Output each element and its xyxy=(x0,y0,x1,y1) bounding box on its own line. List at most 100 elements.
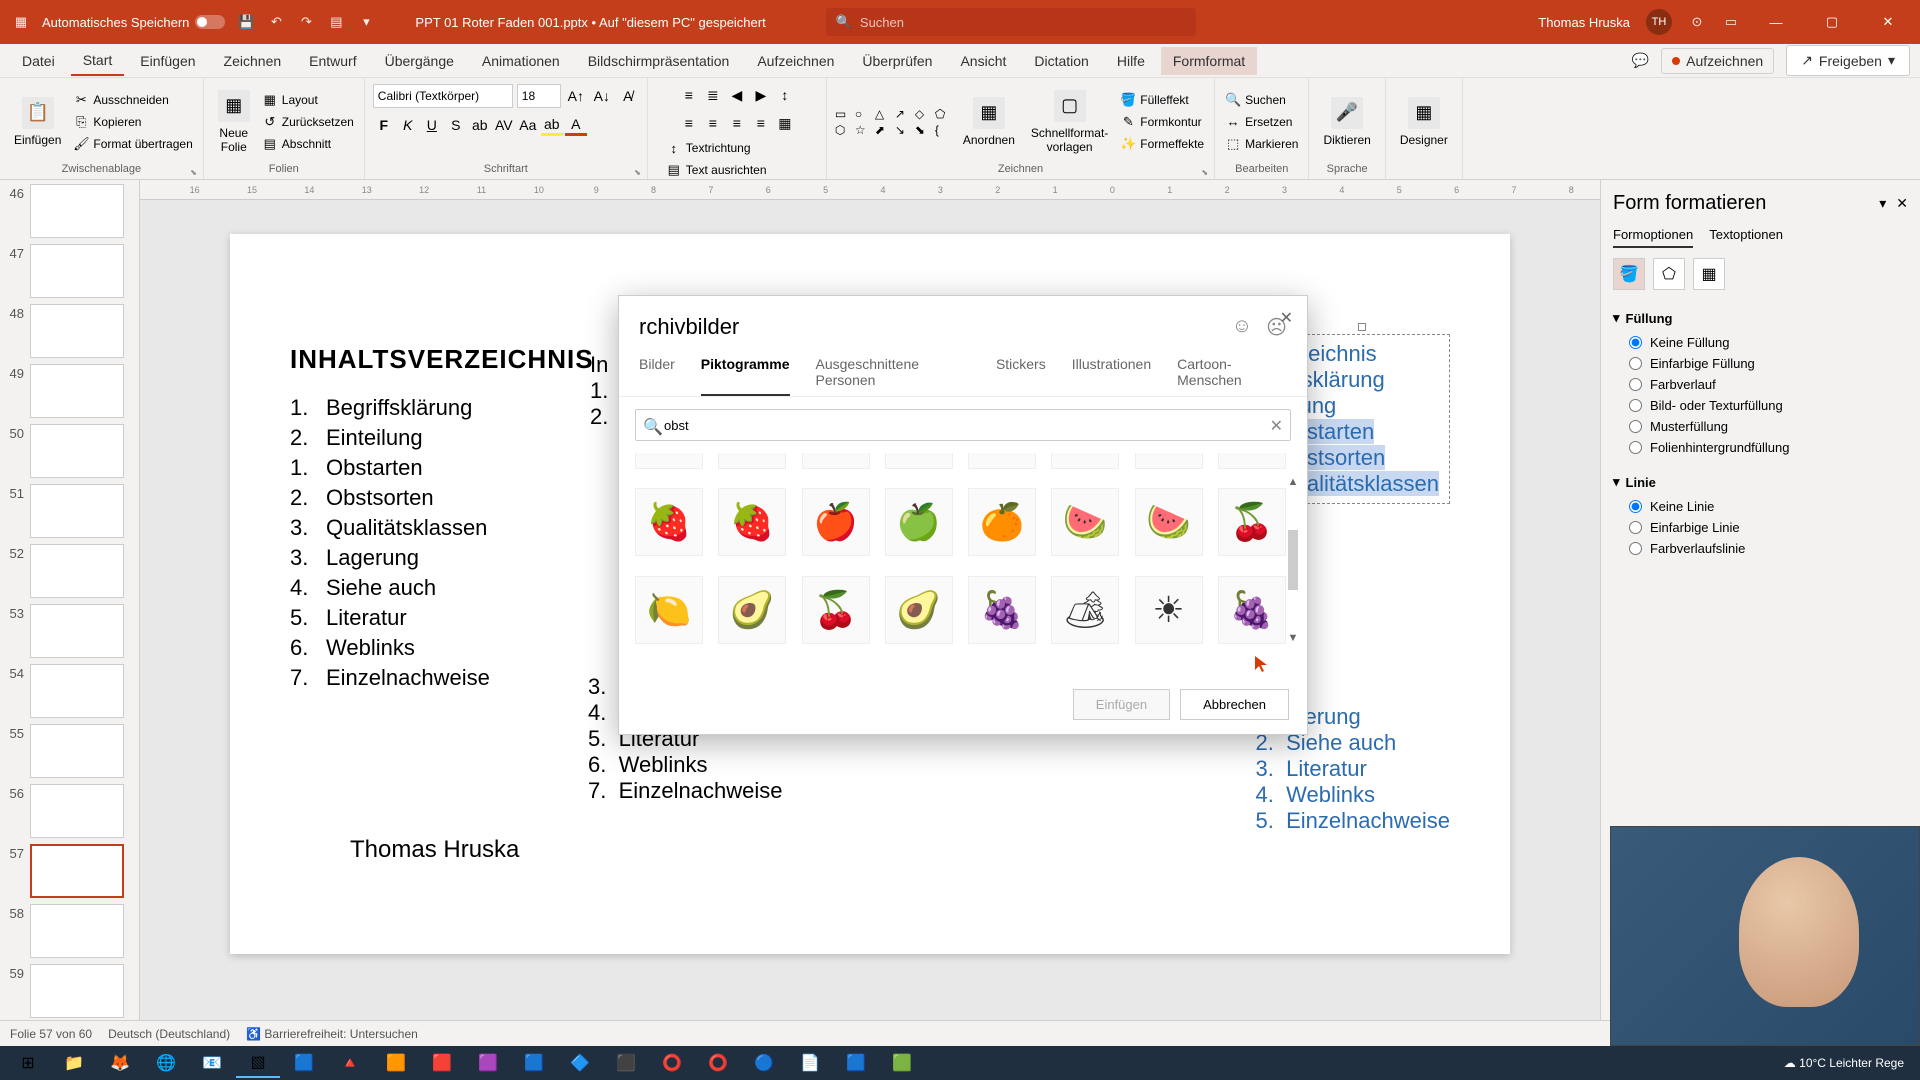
select-button[interactable]: ⬚Markieren xyxy=(1223,134,1300,154)
font-name-combo[interactable]: Calibri (Textkörper) xyxy=(373,84,513,108)
spacing-button[interactable]: AV xyxy=(493,114,515,136)
indent-dec-button[interactable]: ◀ xyxy=(726,84,748,106)
weather-widget[interactable]: ☁ 10°C Leichter Rege xyxy=(1784,1056,1904,1070)
menu-start[interactable]: Start xyxy=(71,46,125,76)
tab-text-options[interactable]: Textoptionen xyxy=(1709,227,1783,248)
menu-zeichnen[interactable]: Zeichnen xyxy=(212,47,294,75)
designer-button[interactable]: ▦Designer xyxy=(1394,93,1454,151)
app-icon[interactable]: ⭕ xyxy=(650,1048,694,1078)
scroll-up-icon[interactable]: ▲ xyxy=(1286,474,1301,490)
file-name[interactable]: PPT 01 Roter Faden 001.pptx • Auf "diese… xyxy=(415,15,765,30)
user-avatar[interactable]: TH xyxy=(1646,9,1672,35)
fill-line-tab-icon[interactable]: 🪣 xyxy=(1613,258,1645,290)
icon-result[interactable]: 🍓 xyxy=(635,488,703,556)
tab-stickers[interactable]: Stickers xyxy=(996,348,1046,396)
icon-result[interactable]: ○ xyxy=(802,453,870,469)
dictate-button[interactable]: 🎤Diktieren xyxy=(1317,93,1376,151)
icon-result[interactable]: ○ xyxy=(1051,453,1119,469)
app-icon[interactable]: 🟦 xyxy=(512,1048,556,1078)
slide-thumb-47[interactable] xyxy=(30,244,124,298)
icon-result[interactable]: ○ xyxy=(968,453,1036,469)
icon-result[interactable]: 🍏 xyxy=(885,488,953,556)
slide-thumb-52[interactable] xyxy=(30,544,124,598)
icon-result[interactable]: ● xyxy=(718,453,786,469)
user-name[interactable]: Thomas Hruska xyxy=(1538,15,1630,30)
copy-button[interactable]: ⎘Kopieren xyxy=(71,112,194,132)
icon-result[interactable]: 🍉 xyxy=(1051,488,1119,556)
ribbon-options-icon[interactable]: ▭ xyxy=(1722,13,1740,31)
line-option-solid[interactable]: Einfarbige Linie xyxy=(1613,517,1908,538)
slide-thumbnails-panel[interactable]: 46 47 48 49 50 51 52 53 54 55 56 57 58 5… xyxy=(0,180,140,1054)
fill-option-none[interactable]: Keine Füllung xyxy=(1613,332,1908,353)
record-button[interactable]: Aufzeichnen xyxy=(1661,48,1774,74)
menu-formformat[interactable]: Formformat xyxy=(1161,47,1257,75)
tab-cartoon[interactable]: Cartoon-Menschen xyxy=(1177,348,1287,396)
arrange-button[interactable]: ▦Anordnen xyxy=(957,93,1021,151)
slide-thumb-55[interactable] xyxy=(30,724,124,778)
more-qa-icon[interactable]: ▾ xyxy=(357,13,375,31)
strike-button[interactable]: S xyxy=(445,114,467,136)
icon-result[interactable]: 🍇 xyxy=(968,576,1036,644)
icon-result[interactable]: 🍉 xyxy=(1135,488,1203,556)
powerpoint-taskbar-icon[interactable]: ▧ xyxy=(236,1048,280,1078)
shape-fill-button[interactable]: 🪣Fülleffekt xyxy=(1118,90,1206,110)
icon-result[interactable]: ○ xyxy=(635,453,703,469)
icon-result[interactable]: 🍋 xyxy=(635,576,703,644)
numbering-button[interactable]: ≣ xyxy=(702,84,724,106)
fill-option-solid[interactable]: Einfarbige Füllung xyxy=(1613,353,1908,374)
firefox-icon[interactable]: 🦊 xyxy=(98,1048,142,1078)
menu-aufzeichnen[interactable]: Aufzeichnen xyxy=(745,47,846,75)
app-icon[interactable]: 🟩 xyxy=(880,1048,924,1078)
tab-cutout[interactable]: Ausgeschnittene Personen xyxy=(816,348,970,396)
icon-result[interactable]: 🍇 xyxy=(1218,576,1286,644)
dialog-scrollbar[interactable]: ▲ ▼ xyxy=(1285,474,1301,654)
slide-thumb-48[interactable] xyxy=(30,304,124,358)
underline-button[interactable]: U xyxy=(421,114,443,136)
pane-options-icon[interactable]: ▾ xyxy=(1879,195,1886,212)
app-icon[interactable]: ⬛ xyxy=(604,1048,648,1078)
slide-thumb-59[interactable] xyxy=(30,964,124,1018)
fill-option-slidebg[interactable]: Folienhintergrundfüllung xyxy=(1613,437,1908,458)
text-direction-button[interactable]: ↕Textrichtung xyxy=(664,138,818,158)
decrease-font-icon[interactable]: A↓ xyxy=(591,85,613,107)
clear-format-icon[interactable]: A̸ xyxy=(617,85,639,107)
slide-thumb-53[interactable] xyxy=(30,604,124,658)
menu-animationen[interactable]: Animationen xyxy=(470,47,572,75)
shape-outline-button[interactable]: ✎Formkontur xyxy=(1118,112,1206,132)
search-input[interactable] xyxy=(860,15,1186,30)
menu-ueberpruefen[interactable]: Überprüfen xyxy=(850,47,944,75)
fill-option-pattern[interactable]: Musterfüllung xyxy=(1613,416,1908,437)
icon-result[interactable]: ☀ xyxy=(1135,576,1203,644)
bullets-button[interactable]: ≡ xyxy=(678,84,700,106)
start-show-icon[interactable]: ▤ xyxy=(327,13,345,31)
indent-inc-button[interactable]: ▶ xyxy=(750,84,772,106)
section-button[interactable]: ▤Abschnitt xyxy=(260,134,356,154)
menu-dictation[interactable]: Dictation xyxy=(1022,47,1100,75)
insert-button[interactable]: Einfügen xyxy=(1073,689,1170,720)
tab-shape-options[interactable]: Formoptionen xyxy=(1613,227,1693,248)
columns-button[interactable]: ▦ xyxy=(774,112,796,134)
feedback-happy-icon[interactable]: ☺ xyxy=(1232,315,1252,340)
save-icon[interactable]: 💾 xyxy=(237,13,255,31)
align-justify-button[interactable]: ≡ xyxy=(750,112,772,134)
chrome-icon[interactable]: 🌐 xyxy=(144,1048,188,1078)
onenote-icon[interactable]: 🟪 xyxy=(466,1048,510,1078)
toc-left-textbox[interactable]: INHALTSVERZEICHNIS 1.Begriffsklärung 2.E… xyxy=(290,344,594,695)
align-center-button[interactable]: ≡ xyxy=(702,112,724,134)
align-left-button[interactable]: ≡ xyxy=(678,112,700,134)
slide-counter[interactable]: Folie 57 von 60 xyxy=(10,1027,92,1041)
cancel-button[interactable]: Abbrechen xyxy=(1180,689,1289,720)
replace-button[interactable]: ↔Ersetzen xyxy=(1223,112,1300,132)
slide-thumb-51[interactable] xyxy=(30,484,124,538)
cut-button[interactable]: ✂Ausschneiden xyxy=(71,90,194,110)
layout-button[interactable]: ▦Layout xyxy=(260,90,356,110)
undo-icon[interactable]: ↶ xyxy=(267,13,285,31)
clear-search-icon[interactable]: ✕ xyxy=(1270,416,1283,436)
outlook-icon[interactable]: 📧 xyxy=(190,1048,234,1078)
align-right-button[interactable]: ≡ xyxy=(726,112,748,134)
icon-result[interactable]: ○ xyxy=(885,453,953,469)
language-indicator[interactable]: Deutsch (Deutschland) xyxy=(108,1027,230,1041)
line-section-header[interactable]: ▾Linie xyxy=(1613,468,1908,496)
increase-font-icon[interactable]: A↑ xyxy=(565,85,587,107)
word-icon[interactable]: 🟦 xyxy=(834,1048,878,1078)
